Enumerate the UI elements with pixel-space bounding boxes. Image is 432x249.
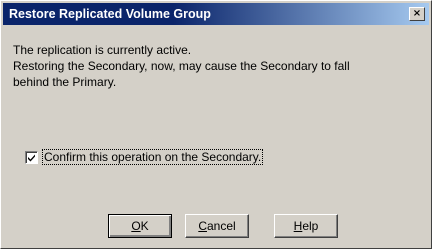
confirm-secondary-option[interactable]: Confirm this operation on the Secondary.: [25, 149, 264, 165]
help-button-label-rest: elp: [302, 219, 319, 233]
ok-button[interactable]: OK: [108, 214, 172, 238]
message-text: The replication is currently active. Res…: [13, 42, 423, 90]
close-icon: ×: [412, 8, 422, 19]
confirm-checkbox-label[interactable]: Confirm this operation on the Secondary.: [41, 149, 264, 165]
ok-button-label-rest: K: [140, 219, 149, 233]
help-button[interactable]: Help: [274, 214, 338, 238]
message-line-3: behind the Primary.: [13, 75, 117, 89]
restore-dialog: Restore Replicated Volume Group × The re…: [0, 0, 432, 249]
cancel-button-label-rest: ancel: [206, 219, 236, 233]
message-line-1: The replication is currently active.: [13, 43, 192, 57]
message-line-2: Restoring the Secondary, now, may cause …: [13, 59, 350, 73]
checkmark-icon: [28, 154, 35, 161]
close-button[interactable]: ×: [409, 7, 425, 21]
confirm-checkbox[interactable]: [25, 150, 38, 164]
ok-button-mnemonic: O: [131, 219, 141, 233]
cancel-button[interactable]: Cancel: [185, 214, 249, 238]
title-bar[interactable]: Restore Replicated Volume Group ×: [3, 3, 429, 25]
dialog-title: Restore Replicated Volume Group: [9, 7, 211, 21]
cancel-button-mnemonic: C: [198, 219, 207, 233]
